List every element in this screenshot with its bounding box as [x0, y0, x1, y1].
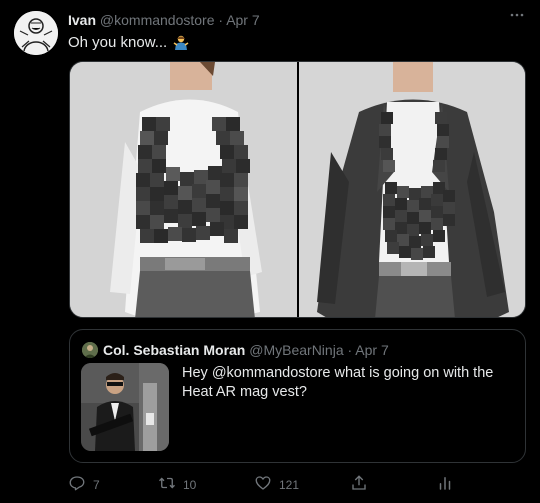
quoted-author-avatar[interactable]	[82, 342, 98, 358]
quoted-tweet-timestamp[interactable]: Apr 7	[355, 342, 388, 358]
tweet-text-content: Oh you know...	[68, 34, 168, 51]
quoted-tweet-image[interactable]	[81, 363, 169, 451]
retweet-icon	[158, 474, 176, 495]
heart-icon	[254, 474, 272, 495]
author-name[interactable]: Ivan	[68, 12, 96, 28]
retweet-count: 10	[183, 477, 197, 492]
quoted-tweet[interactable]: Col. Sebastian Moran @MyBearNinja · Apr …	[69, 329, 526, 463]
tweet-text: Oh you know...	[68, 34, 189, 51]
reply-count: 7	[93, 477, 100, 492]
quoted-tweet-text: Hey @kommandostore what is going on with…	[182, 365, 494, 400]
tweet-media[interactable]	[69, 61, 526, 318]
analytics-icon	[436, 474, 454, 495]
tweet-header: Ivan @kommandostore · Apr 7	[68, 12, 260, 28]
tweet-timestamp[interactable]: Apr 7	[226, 12, 259, 28]
analytics-button[interactable]	[436, 474, 454, 495]
author-avatar[interactable]	[14, 11, 58, 55]
reply-icon	[68, 474, 86, 495]
separator: ·	[347, 342, 353, 358]
media-photo-right[interactable]	[298, 62, 525, 317]
share-button[interactable]	[350, 474, 368, 495]
reply-button[interactable]: 7	[68, 474, 100, 495]
more-horizontal-icon[interactable]	[510, 8, 524, 27]
like-count: 121	[279, 477, 300, 492]
tweet-actions: 7 10 121	[0, 470, 540, 498]
separator: ·	[218, 12, 224, 28]
person-shrugging-emoji	[173, 34, 189, 50]
quoted-tweet-header: Col. Sebastian Moran @MyBearNinja · Apr …	[103, 342, 389, 358]
quoted-author-handle[interactable]: @MyBearNinja	[249, 342, 343, 358]
retweet-button[interactable]: 10	[158, 474, 196, 495]
media-photo-left[interactable]	[70, 62, 297, 317]
author-handle[interactable]: @kommandostore	[100, 12, 215, 28]
like-button[interactable]: 121	[254, 474, 299, 495]
share-icon	[350, 474, 368, 495]
quoted-author-name[interactable]: Col. Sebastian Moran	[103, 342, 245, 358]
